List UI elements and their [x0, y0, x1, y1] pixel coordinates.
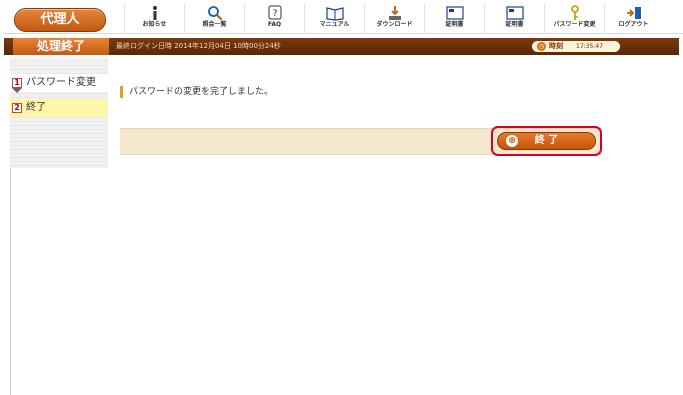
manual-label: マニュアル — [319, 21, 350, 28]
certificate-label-1: 証明書 — [445, 21, 464, 28]
step-number: 1 — [12, 78, 22, 88]
step-label: パスワード変更 — [26, 77, 96, 88]
faq-label: FAQ — [267, 21, 282, 28]
search-icon — [185, 5, 244, 21]
certificate-button-2[interactable]: 証明書 — [484, 4, 544, 34]
down-arrow-icon — [12, 88, 22, 93]
download-label: ダウンロード — [376, 21, 413, 28]
top-toolbar: 代理人 お知らせ 照会一覧 ? FAQ マニュアル ダウンロード 証明書 証明書… — [4, 2, 683, 34]
info-icon — [125, 5, 184, 21]
notice-label: お知らせ — [142, 21, 167, 28]
download-button[interactable]: ダウンロード — [364, 4, 424, 34]
key-icon — [545, 5, 604, 21]
end-button-label: 終 了 — [534, 135, 559, 146]
role-button[interactable]: 代理人 — [14, 8, 106, 32]
inquiry-list-button[interactable]: 照会一覧 — [184, 4, 244, 34]
certificate-button-1[interactable]: 証明書 — [424, 4, 484, 34]
end-button-highlight: ⊗ 終 了 — [491, 126, 602, 156]
completion-message: パスワードの変更を完了しました。 — [120, 86, 273, 98]
manual-icon — [305, 5, 364, 21]
step-item-end: 2 終了 — [10, 99, 108, 117]
frame-divider — [10, 168, 11, 395]
step-label: 終了 — [26, 102, 46, 113]
close-icon: ⊗ — [506, 135, 518, 147]
faq-icon: ? — [245, 5, 304, 21]
clock-time: 17:35:47 — [576, 43, 603, 50]
password-change-label: パスワード変更 — [553, 21, 596, 28]
end-button[interactable]: ⊗ 終 了 — [497, 132, 596, 150]
notice-button[interactable]: お知らせ — [124, 4, 184, 34]
certificate-icon — [425, 5, 484, 21]
clock-label: 時刻 — [549, 42, 563, 50]
logout-icon — [605, 5, 662, 21]
step-item-password-change: 1 パスワード変更 — [10, 74, 108, 93]
password-change-button[interactable]: パスワード変更 — [544, 4, 604, 34]
manual-button[interactable]: マニュアル — [304, 4, 364, 34]
svg-text:?: ? — [272, 9, 277, 19]
logout-label: ログアウト — [618, 21, 649, 28]
last-login-text: 最終ログイン日時 2014年12月04日 10時00分24秒 — [116, 42, 281, 50]
clock-icon: ◷ — [537, 42, 546, 51]
page-title: 処理終了 — [13, 38, 109, 55]
certificate-icon — [485, 5, 544, 21]
faq-button[interactable]: ? FAQ — [244, 4, 304, 34]
inquiry-list-label: 照会一覧 — [202, 21, 227, 28]
status-bar: 処理終了 最終ログイン日時 2014年12月04日 10時00分24秒 ◷ 時刻… — [4, 38, 679, 55]
logout-button[interactable]: ログアウト — [604, 4, 662, 34]
clock-badge: ◷ 時刻 17:35:47 — [532, 41, 620, 52]
download-icon — [365, 5, 424, 21]
certificate-label-2: 証明書 — [505, 21, 524, 28]
step-number: 2 — [12, 103, 22, 113]
